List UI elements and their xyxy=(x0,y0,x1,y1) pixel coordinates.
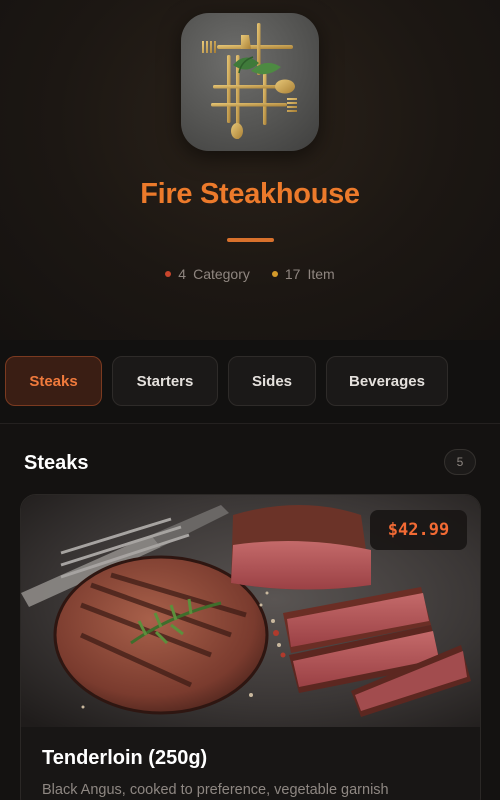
item-count-badge: 5 xyxy=(444,449,476,475)
tab-starters[interactable]: Starters xyxy=(112,356,218,406)
price-badge: $42.99 xyxy=(370,510,467,550)
category-count-stat: 4 Category xyxy=(165,266,250,282)
stat-dot-icon xyxy=(165,271,172,277)
category-tabs: Steaks Starters Sides Beverages xyxy=(0,340,500,424)
stat-dot-icon xyxy=(271,271,278,277)
item-count: 17 xyxy=(284,266,301,282)
category-label: Category xyxy=(193,266,250,282)
cutlery-logo-icon xyxy=(202,23,297,139)
category-count: 4 xyxy=(178,266,187,282)
section-title: Steaks xyxy=(24,452,89,474)
title-divider xyxy=(227,238,274,242)
item-description: Black Angus, cooked to preference, veget… xyxy=(42,782,389,798)
restaurant-header: Fire Steakhouse 4 Category 17 Item xyxy=(0,0,500,340)
tab-beverages[interactable]: Beverages xyxy=(326,356,448,406)
restaurant-name: Fire Steakhouse xyxy=(140,178,360,210)
restaurant-stats: 4 Category 17 Item xyxy=(0,266,500,282)
tab-sides[interactable]: Sides xyxy=(228,356,316,406)
item-label: Item xyxy=(307,266,335,282)
item-name: Tenderloin (250g) xyxy=(42,747,208,769)
restaurant-logo xyxy=(181,13,319,151)
tab-steaks[interactable]: Steaks xyxy=(5,356,102,406)
item-count-stat: 17 Item xyxy=(271,266,335,282)
menu-item-card[interactable]: $42.99 Tenderloin (250g) Black Angus, co… xyxy=(20,494,481,800)
